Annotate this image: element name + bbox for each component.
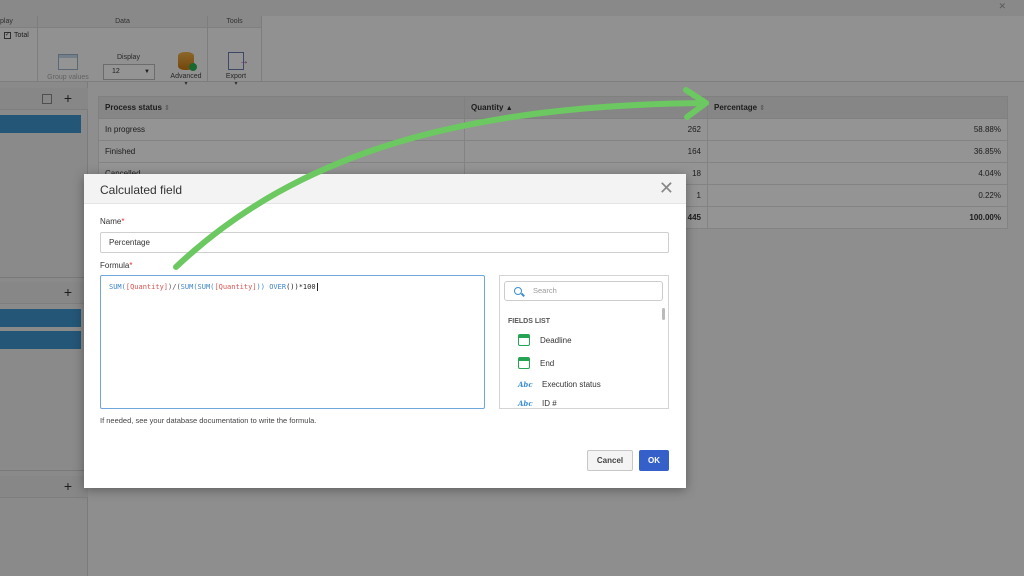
annotation-arrow: [173, 87, 709, 270]
arrow-curve: [173, 100, 709, 270]
